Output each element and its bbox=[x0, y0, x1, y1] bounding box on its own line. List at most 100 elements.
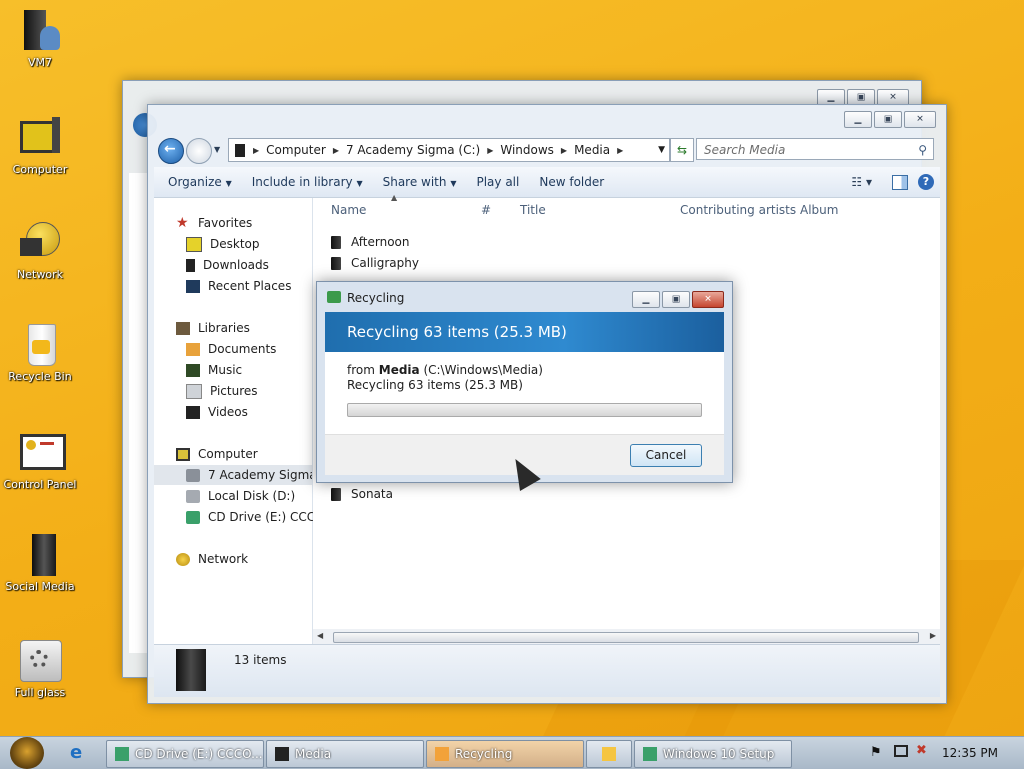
system-tray: ⚑ ✖ 12:35 PM bbox=[854, 737, 1024, 769]
nav-label: Videos bbox=[208, 405, 248, 419]
progress-bar bbox=[347, 403, 702, 417]
taskbar-button-cd-drive[interactable]: CD Drive (E:) CCCO... bbox=[106, 740, 264, 768]
taskbar-button-media[interactable]: Media bbox=[266, 740, 424, 768]
sort-ascending-icon: ▲ bbox=[391, 193, 398, 202]
volume-muted-icon[interactable]: ✖ bbox=[916, 743, 927, 758]
task-label: Media bbox=[295, 747, 332, 761]
list-item[interactable]: Afternoon bbox=[331, 232, 410, 252]
desktop-icon-recycle-bin[interactable]: Recycle Bin bbox=[0, 322, 80, 383]
nav-videos[interactable]: Videos bbox=[186, 402, 248, 422]
help-icon[interactable]: ? bbox=[918, 174, 934, 190]
list-item[interactable]: Calligraphy bbox=[331, 253, 419, 273]
nav-pictures[interactable]: Pictures bbox=[186, 381, 258, 401]
nav-computer[interactable]: Computer bbox=[176, 444, 258, 464]
folder-thumbnail-icon bbox=[176, 649, 206, 691]
desktop-icon-network[interactable]: Network bbox=[0, 220, 80, 281]
user-icon bbox=[18, 8, 62, 52]
taskbar: e CD Drive (E:) CCCO... Media Recycling … bbox=[0, 736, 1024, 769]
close-icon: ✕ bbox=[916, 114, 924, 124]
nav-music[interactable]: Music bbox=[186, 360, 242, 380]
nav-favorites[interactable]: ★ Favorites bbox=[176, 213, 252, 233]
close-button[interactable]: ✕ bbox=[692, 291, 724, 308]
command-toolbar: Organize ▼ Include in library ▼ Share wi… bbox=[154, 167, 940, 198]
scroll-thumb[interactable] bbox=[333, 632, 919, 643]
minimize-icon: ▁ bbox=[642, 294, 650, 304]
nav-desktop[interactable]: Desktop bbox=[186, 234, 260, 254]
column-title[interactable]: Title bbox=[520, 198, 546, 222]
preview-pane-icon[interactable] bbox=[892, 174, 908, 190]
taskbar-button-windows-10-setup[interactable]: Windows 10 Setup bbox=[634, 740, 792, 768]
nav-drive-c[interactable]: 7 Academy Sigma (C bbox=[154, 465, 312, 485]
nav-label: Computer bbox=[198, 447, 258, 461]
include-in-library-menu[interactable]: Include in library ▼ bbox=[252, 175, 363, 189]
maximize-button[interactable]: ▣ bbox=[662, 291, 690, 308]
documents-icon bbox=[186, 342, 200, 356]
forward-button[interactable] bbox=[186, 138, 212, 164]
address-bar[interactable]: ▶ Computer ▶ 7 Academy Sigma (C:) ▶ Wind… bbox=[228, 138, 670, 162]
nav-libraries[interactable]: Libraries bbox=[176, 318, 250, 338]
media-file-icon bbox=[331, 256, 341, 270]
cancel-button[interactable]: Cancel bbox=[630, 444, 702, 467]
maximize-icon: ▣ bbox=[856, 92, 866, 102]
share-with-menu[interactable]: Share with ▼ bbox=[383, 175, 457, 189]
desktop-icon-control-panel[interactable]: Control Panel bbox=[0, 430, 80, 491]
music-icon bbox=[186, 363, 200, 377]
network-status-icon[interactable] bbox=[894, 745, 908, 757]
view-options-icon[interactable]: ☷ ▾ bbox=[851, 175, 872, 189]
breadcrumb-separator-icon: ▶ bbox=[332, 145, 339, 155]
desktop-icon-vm7[interactable]: VM7 bbox=[0, 8, 80, 69]
taskbar-button-recycling[interactable]: Recycling bbox=[426, 740, 584, 768]
task-label: CD Drive (E:) CCCO... bbox=[135, 747, 263, 761]
nav-label: Libraries bbox=[198, 321, 250, 335]
back-button[interactable]: ← bbox=[158, 138, 184, 164]
column-album[interactable]: Album bbox=[800, 198, 838, 222]
caption-buttons: ▁ ▣ ✕ bbox=[844, 111, 936, 128]
nav-downloads[interactable]: Downloads bbox=[186, 255, 269, 275]
nav-network[interactable]: Network bbox=[176, 549, 248, 569]
breadcrumb-computer[interactable]: Computer bbox=[266, 143, 326, 157]
minimize-button[interactable]: ▁ bbox=[844, 111, 872, 128]
nav-recent-places[interactable]: Recent Places bbox=[186, 276, 291, 296]
internet-explorer-icon[interactable]: e bbox=[70, 743, 92, 763]
maximize-icon: ▣ bbox=[671, 294, 681, 304]
scroll-right-icon[interactable]: ▶ bbox=[930, 631, 936, 640]
organize-menu[interactable]: Organize ▼ bbox=[168, 175, 232, 189]
maximize-button[interactable]: ▣ bbox=[874, 111, 902, 128]
new-folder-button[interactable]: New folder bbox=[539, 175, 604, 189]
chevron-down-icon: ▼ bbox=[225, 179, 232, 188]
desktop-icon-social-media[interactable]: Social Media bbox=[0, 532, 80, 593]
desktop-icon-full-glass[interactable]: Full glass bbox=[0, 638, 80, 699]
close-button[interactable]: ✕ bbox=[904, 111, 936, 128]
nav-documents[interactable]: Documents bbox=[186, 339, 276, 359]
scroll-left-icon[interactable]: ◀ bbox=[317, 631, 323, 640]
breadcrumb-media[interactable]: Media bbox=[574, 143, 610, 157]
breadcrumb-windows[interactable]: Windows bbox=[500, 143, 554, 157]
setup-icon bbox=[643, 747, 657, 761]
from-path: (C:\Windows\Media) bbox=[419, 363, 543, 377]
refresh-icon[interactable]: ⇆ bbox=[670, 138, 694, 162]
column-name[interactable]: Name bbox=[331, 198, 366, 222]
nav-label: Network bbox=[198, 552, 249, 566]
list-item[interactable]: Sonata bbox=[331, 484, 393, 504]
horizontal-scrollbar[interactable]: ◀ ▶ bbox=[313, 629, 940, 645]
share-label: Share with bbox=[382, 175, 447, 189]
breadcrumb-drive[interactable]: 7 Academy Sigma (C:) bbox=[346, 143, 480, 157]
search-input[interactable]: Search Media ⚲ bbox=[696, 138, 934, 160]
recent-pages-chevron-icon[interactable]: ▼ bbox=[214, 145, 220, 154]
desktop-icon-computer[interactable]: Computer bbox=[0, 115, 80, 176]
taskbar-button-media-player[interactable] bbox=[586, 740, 632, 768]
column-number[interactable]: # bbox=[481, 198, 491, 222]
start-button[interactable] bbox=[10, 737, 44, 769]
nav-drive-d[interactable]: Local Disk (D:) bbox=[186, 486, 295, 506]
cd-drive-icon bbox=[115, 747, 129, 761]
play-all-button[interactable]: Play all bbox=[476, 175, 519, 189]
address-dropdown-icon[interactable]: ▼ bbox=[658, 145, 665, 155]
item-count: 13 items bbox=[234, 653, 287, 667]
nav-label: Documents bbox=[208, 342, 277, 356]
flag-icon[interactable]: ⚑ bbox=[870, 745, 882, 760]
folder-icon bbox=[18, 532, 62, 576]
clock[interactable]: 12:35 PM bbox=[942, 746, 998, 760]
column-contributing-artists[interactable]: Contributing artists bbox=[680, 198, 796, 222]
from-source-link[interactable]: Media bbox=[379, 363, 420, 377]
minimize-button[interactable]: ▁ bbox=[632, 291, 660, 308]
